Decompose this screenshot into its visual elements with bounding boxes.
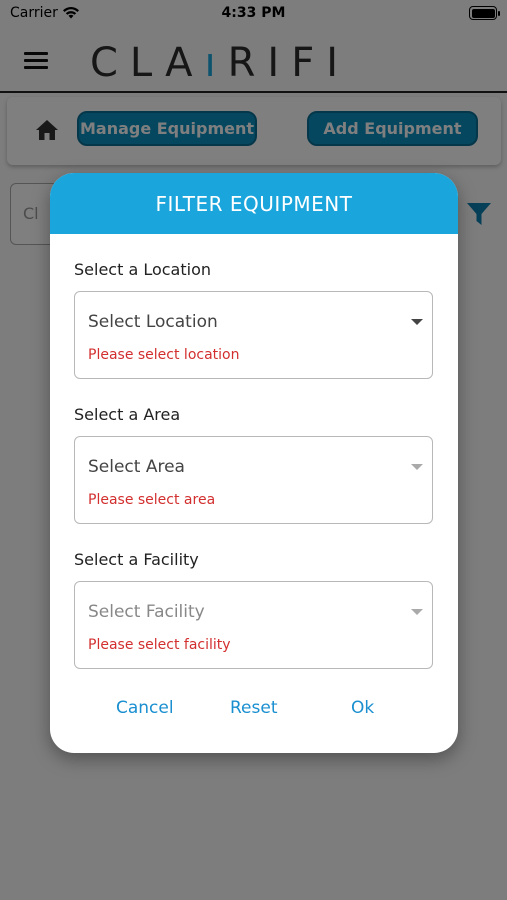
facility-select-value: Select Facility (88, 602, 205, 622)
location-error: Please select location (88, 347, 240, 363)
chevron-down-icon (411, 464, 423, 470)
area-error: Please select area (88, 492, 216, 508)
dialog-title: FILTER EQUIPMENT (50, 173, 458, 234)
reset-button[interactable]: Reset (230, 698, 278, 718)
location-select-value: Select Location (88, 312, 218, 332)
area-select-value: Select Area (88, 457, 185, 477)
app-screen: Carrier 4:33 PM CLAıRIFI Manage Equipmen… (0, 0, 507, 900)
facility-label: Select a Facility (74, 550, 199, 569)
chevron-down-icon (411, 319, 423, 325)
location-label: Select a Location (74, 260, 212, 279)
dialog-actions: Cancel Reset Ok (50, 698, 458, 728)
area-label: Select a Area (74, 405, 181, 424)
ok-button[interactable]: Ok (351, 698, 374, 718)
filter-equipment-dialog: FILTER EQUIPMENT Select a Location Selec… (50, 173, 458, 753)
cancel-button[interactable]: Cancel (116, 698, 174, 718)
facility-error: Please select facility (88, 637, 231, 653)
facility-select[interactable]: Select Facility Please select facility (74, 581, 433, 669)
location-select[interactable]: Select Location Please select location (74, 291, 433, 379)
chevron-down-icon (411, 609, 423, 615)
area-select[interactable]: Select Area Please select area (74, 436, 433, 524)
